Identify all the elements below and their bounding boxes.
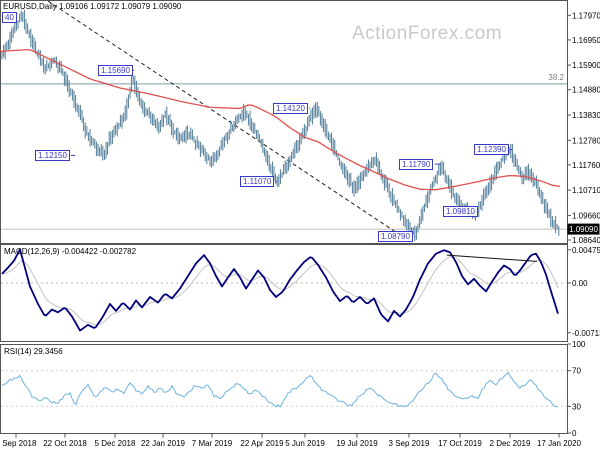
current-price-tag: 1.09090: [567, 223, 600, 235]
macd-trendline[interactable]: [446, 254, 538, 262]
svg-text:38.2: 38.2: [548, 73, 564, 82]
svg-text:1.09090: 1.09090: [569, 225, 598, 234]
svg-text:5 Dec 2018: 5 Dec 2018: [95, 439, 136, 448]
svg-text:-0.00713: -0.00713: [572, 329, 600, 338]
svg-text:19 Jul 2019: 19 Jul 2019: [336, 439, 378, 448]
svg-text:1.13830: 1.13830: [572, 111, 600, 120]
svg-text:17 Oct 2019: 17 Oct 2019: [438, 439, 482, 448]
svg-text:6 Sep 2018: 6 Sep 2018: [0, 439, 37, 448]
swing-price-label: 1.12150: [35, 149, 70, 161]
downtrend-line[interactable]: [47, 0, 401, 236]
svg-text:1.10710: 1.10710: [572, 186, 600, 195]
svg-text:2 Dec 2019: 2 Dec 2019: [490, 439, 531, 448]
svg-text:0: 0: [572, 429, 577, 438]
svg-text:22 Apr 2019: 22 Apr 2019: [240, 439, 284, 448]
svg-text:3 Sep 2019: 3 Sep 2019: [389, 439, 430, 448]
svg-text:17 Jan 2020: 17 Jan 2020: [537, 439, 582, 448]
svg-text:5 Jun 2019: 5 Jun 2019: [285, 439, 325, 448]
panel-borders: [0, 0, 568, 434]
svg-text:1.17970: 1.17970: [572, 11, 600, 20]
macd-indicator-label: MACD(12,26,9) -0.004422 -0.002782: [4, 247, 137, 256]
swing-price-label: 1.09810: [443, 206, 478, 218]
macd-main-line: [1, 248, 559, 332]
svg-text:1.14880: 1.14880: [572, 86, 600, 95]
svg-text:0.00: 0.00: [572, 279, 588, 288]
svg-text:1.11760: 1.11760: [572, 161, 600, 170]
svg-text:22 Jan 2019: 22 Jan 2019: [141, 439, 186, 448]
swing-price-label: 1.14120: [273, 102, 308, 114]
svg-text:70: 70: [572, 367, 581, 376]
swing-price-label: 1.08790: [378, 230, 413, 242]
swing-price-label: 1.12390: [474, 144, 509, 156]
svg-text:100: 100: [572, 340, 586, 349]
svg-text:1.08640: 1.08640: [572, 236, 600, 245]
svg-text:0.004756: 0.004756: [572, 246, 600, 255]
symbol-ohlc-header: EURUSD,Daily 1.09106 1.09172 1.09079 1.0…: [3, 2, 182, 11]
chart-plot-area[interactable]: 38.2 1.17970 1.16950 1.15900 1.14880 1.13830 1…: [0, 0, 600, 450]
x-axis-dates: 6 Sep 2018 22 Oct 2018 5 Dec 2018 22 Jan 20…: [0, 433, 582, 448]
swing-price-label: 1.11790: [399, 158, 434, 170]
fib-retracement-line: 38.2: [1, 73, 567, 85]
rsi-indicator-label: RSI(14) 29.3456: [4, 347, 63, 356]
svg-text:1.12780: 1.12780: [572, 136, 600, 145]
svg-text:22 Oct 2018: 22 Oct 2018: [43, 439, 87, 448]
svg-text:7 Mar 2019: 7 Mar 2019: [192, 439, 233, 448]
trading-chart-window: ActionForex.com 38.2 1.17970 1.16950 1.1590…: [0, 0, 600, 450]
swing-price-label: 1.11070: [240, 176, 275, 187]
svg-text:30: 30: [572, 402, 581, 411]
swing-price-label: 1.15690: [98, 64, 133, 76]
rsi-line: [1, 371, 559, 408]
svg-text:1.15900: 1.15900: [572, 61, 600, 70]
svg-text:1.16950: 1.16950: [572, 36, 600, 45]
macd-signal-line: [1, 256, 559, 326]
corner-tag: 40: [2, 12, 17, 23]
svg-text:1.09660: 1.09660: [572, 211, 600, 220]
